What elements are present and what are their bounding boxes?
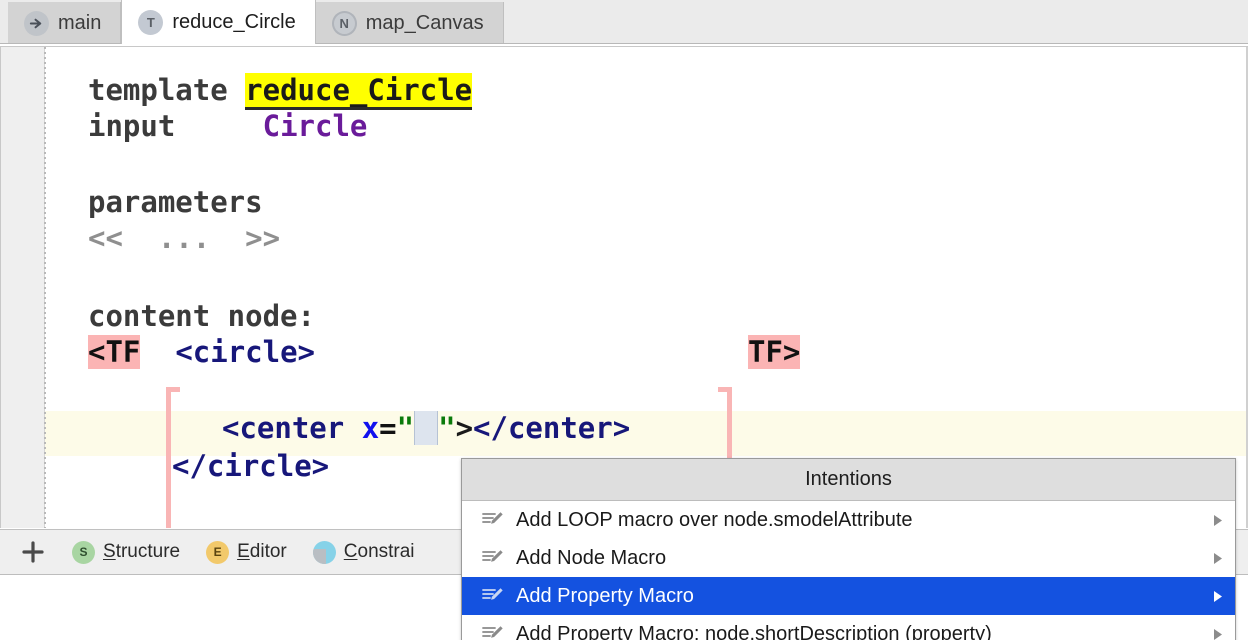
tool-button-editor[interactable]: E Editor <box>206 540 287 564</box>
chevron-right-icon <box>1211 627 1225 640</box>
attribute-value-cell[interactable] <box>414 411 439 445</box>
tab-reduce-circle-label: reduce_Circle <box>172 10 296 33</box>
editor-tab-bar: main T reduce_Circle N map_Canvas <box>0 0 1248 44</box>
structure-badge-letter: S <box>79 545 88 559</box>
intention-item-node-macro[interactable]: Add Node Macro <box>462 539 1235 577</box>
tab-reduce-circle[interactable]: T reduce_Circle <box>121 0 316 44</box>
constraints-label-rest: onstrai <box>357 541 415 562</box>
intentions-popup[interactable]: Intentions Add LOOP macro over node.smod… <box>461 458 1236 640</box>
code-line-template[interactable]: template reduce_Circle <box>88 73 473 110</box>
code-line-error-close[interactable]: TF> <box>748 335 801 369</box>
editor-badge-letter: E <box>213 545 222 559</box>
code-line-circle-close[interactable]: </circle> <box>172 449 329 483</box>
code-line-parameters-placeholder[interactable]: << ... >> <box>88 221 280 255</box>
code-line-content-node[interactable]: content node: <box>88 299 315 333</box>
intentions-popup-title: Intentions <box>462 459 1235 501</box>
code-line-center[interactable]: <center x=" "></center> <box>222 411 630 445</box>
intention-icon <box>482 624 504 640</box>
intention-item-property-macro-short-description[interactable]: Add Property Macro: node.shortDescriptio… <box>462 615 1235 640</box>
tool-button-constraints-label: Constrai <box>344 541 415 563</box>
node-icon-letter: N <box>339 15 349 31</box>
tag-center-open-end: > <box>455 411 474 445</box>
chevron-right-icon <box>1211 513 1225 528</box>
attribute-equals: = <box>379 411 397 445</box>
structure-mnemonic: S <box>103 541 116 562</box>
tag-center-close[interactable]: </center> <box>473 411 630 445</box>
add-tool-button[interactable] <box>16 535 50 569</box>
tab-main-label: main <box>58 11 102 34</box>
tag-circle-open[interactable]: <circle> <box>175 335 315 369</box>
intention-item-label: Add Property Macro: node.shortDescriptio… <box>516 622 992 640</box>
keyword-content-node: content node: <box>88 299 315 333</box>
tool-button-structure-label: Structure <box>103 541 180 563</box>
attribute-name-x[interactable]: x <box>362 411 379 445</box>
code-line-parameters[interactable]: parameters <box>88 185 263 219</box>
tab-main[interactable]: main <box>8 2 122 44</box>
intention-icon <box>482 586 504 606</box>
error-token-close[interactable]: TF> <box>748 335 801 369</box>
tab-strip: main T reduce_Circle N map_Canvas <box>8 0 504 44</box>
input-type-value[interactable]: Circle <box>263 109 368 143</box>
chevron-right-icon <box>1211 551 1225 566</box>
node-icon: N <box>331 10 357 36</box>
tool-button-structure[interactable]: S Structure <box>72 540 180 564</box>
editor-badge-icon: E <box>206 540 230 564</box>
intention-item-property-macro[interactable]: Add Property Macro <box>462 577 1235 615</box>
tag-center-open[interactable]: <center <box>222 411 344 445</box>
quote-open: " <box>396 411 415 445</box>
quote-close: " <box>438 411 456 445</box>
code-line-input[interactable]: input Circle <box>88 109 367 143</box>
mps-editor-window: main T reduce_Circle N map_Canvas templa… <box>0 0 1248 640</box>
keyword-template: template <box>88 73 228 107</box>
parameters-placeholder: << ... >> <box>88 221 281 255</box>
tag-circle-close[interactable]: </circle> <box>172 449 329 483</box>
arrow-right-icon <box>24 10 49 36</box>
intention-item-label: Add Node Macro <box>516 546 667 569</box>
structure-badge-icon: S <box>72 540 95 564</box>
template-icon: T <box>138 9 164 35</box>
keyword-parameters: parameters <box>88 185 263 219</box>
keyword-input: input <box>88 109 176 143</box>
template-icon-letter: T <box>146 14 155 30</box>
intention-item-loop-macro[interactable]: Add LOOP macro over node.smodelAttribute <box>462 501 1235 539</box>
intention-icon <box>482 510 504 530</box>
tool-button-editor-label: Editor <box>237 541 287 563</box>
tab-map-canvas-label: map_Canvas <box>365 11 484 34</box>
code-line-circle-open[interactable]: <TF <circle> <box>88 335 315 369</box>
code-editor-area[interactable]: template reduce_Circle input Circle para… <box>0 46 1248 528</box>
constraints-pie-icon <box>312 540 336 564</box>
intention-item-label: Add LOOP macro over node.smodelAttribute <box>516 508 913 531</box>
editor-label-rest: ditor <box>249 541 287 562</box>
editor-mnemonic: E <box>237 541 250 562</box>
tool-button-constraints[interactable]: Constrai <box>312 540 415 564</box>
error-token-open[interactable]: <TF <box>88 335 141 369</box>
intention-item-label: Add Property Macro <box>516 584 694 607</box>
intention-icon <box>482 548 504 568</box>
chevron-right-icon <box>1211 589 1225 604</box>
template-name-value[interactable]: reduce_Circle <box>245 73 473 110</box>
structure-label-rest: tructure <box>115 541 181 562</box>
tab-map-canvas[interactable]: N map_Canvas <box>315 2 504 44</box>
constraints-mnemonic: C <box>343 541 358 562</box>
code-text-layer: template reduce_Circle input Circle para… <box>0 47 1248 528</box>
